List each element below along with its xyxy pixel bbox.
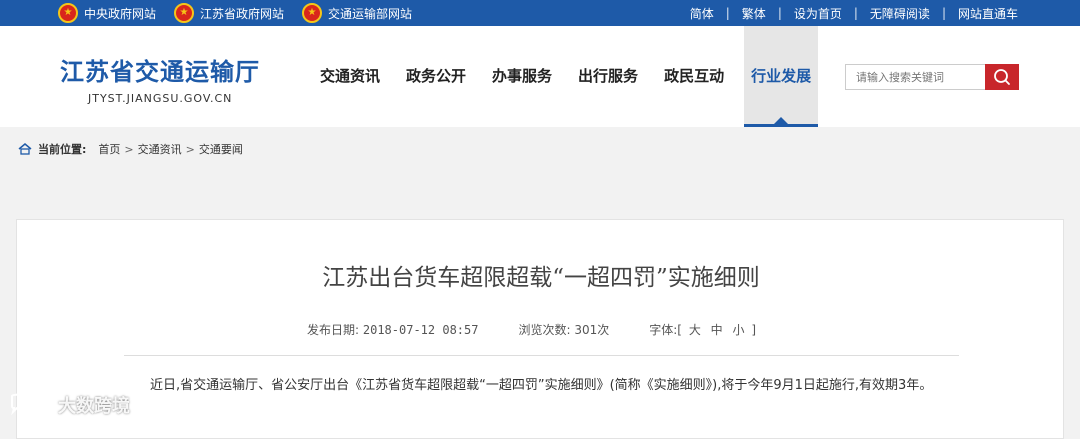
breadcrumb-home[interactable]: 首页 [98, 141, 120, 157]
nav-government-affairs[interactable]: 政务公开 [394, 26, 478, 127]
search-icon [994, 69, 1010, 85]
font-size-medium[interactable]: 中 [711, 323, 723, 337]
separator: | [777, 6, 782, 20]
breadcrumb-separator: > [185, 142, 195, 156]
link-simplified[interactable]: 简体 [690, 5, 714, 22]
link-central-gov-label: 中央政府网站 [84, 6, 157, 21]
breadcrumb-traffic-news[interactable]: 交通资讯 [138, 141, 182, 157]
separator: | [725, 6, 730, 20]
link-central-gov[interactable]: 中央政府网站 [58, 3, 156, 23]
view-count: 301次 [574, 323, 610, 337]
font-size-large[interactable]: 大 [689, 323, 701, 337]
link-site-directory[interactable]: 网站直通车 [958, 5, 1018, 22]
main-nav: 交通资讯 政务公开 办事服务 出行服务 政民互动 行业发展 [308, 26, 820, 127]
separator: | [853, 6, 858, 20]
link-accessible-reading[interactable]: 无障碍阅读 [870, 5, 930, 22]
publish-date: 2018-07-12 08:57 [362, 323, 479, 337]
view-count-group: 浏览次数: 301次 [518, 321, 609, 338]
article-panel: 江苏出台货车超限超载“一超四罚”实施细则 发布日期: 2018-07-12 08… [16, 219, 1064, 439]
article-divider [124, 355, 959, 356]
site-header: 江苏省交通运输厅 JTYST.JIANGSU.GOV.CN 交通资讯 政务公开 … [0, 26, 1080, 127]
publish-date-label: 发布日期: [307, 323, 360, 337]
nav-public-interaction[interactable]: 政民互动 [652, 26, 736, 127]
article-title: 江苏出台货车超限超载“一超四罚”实施细则 [322, 265, 760, 291]
article-meta: 发布日期: 2018-07-12 08:57 浏览次数: 301次 字体:[ 大… [307, 321, 756, 338]
chat-bubbles-icon [11, 393, 53, 416]
view-count-label: 浏览次数: [518, 323, 571, 337]
breadcrumb-separator: > [124, 142, 134, 156]
link-set-homepage[interactable]: 设为首页 [794, 5, 842, 22]
breadcrumb-label: 当前位置: [38, 143, 87, 156]
breadcrumb-traffic-headlines[interactable]: 交通要闻 [199, 141, 243, 157]
link-jiangsu-gov[interactable]: 江苏省政府网站 [174, 3, 284, 23]
link-mot-label: 交通运输部网站 [328, 6, 413, 21]
font-size-label: 字体:[ [649, 323, 682, 337]
top-bar: 中央政府网站 江苏省政府网站 交通运输部网站 简体 | 繁体 | 设为首页 | … [0, 0, 1080, 26]
search-box [845, 64, 1019, 90]
gov-links: 中央政府网站 江苏省政府网站 交通运输部网站 [58, 0, 430, 26]
article-body: 近日,省交通运输厅、省公安厅出台《江苏省货车超限超载“一超四罚”实施细则》(简称… [150, 378, 933, 393]
publish-date-group: 发布日期: 2018-07-12 08:57 [307, 321, 478, 338]
font-size-small[interactable]: 小 [733, 323, 745, 337]
search-input[interactable] [845, 64, 985, 90]
watermark-text: 大数跨境 [58, 396, 130, 417]
separator: | [941, 6, 946, 20]
link-jiangsu-gov-label: 江苏省政府网站 [200, 6, 285, 21]
nav-industry-development[interactable]: 行业发展 [744, 26, 819, 127]
home-icon [18, 143, 32, 155]
site-logo-title[interactable]: 江苏省交通运输厅 [60, 52, 260, 87]
utility-links: 简体 | 繁体 | 设为首页 | 无障碍阅读 | 网站直通车 [690, 0, 1018, 26]
font-size-group: 字体:[ 大 中 小 ] [649, 321, 756, 338]
national-emblem-icon [58, 3, 78, 23]
site-logo-domain: JTYST.JIANGSU.GOV.CN [88, 92, 233, 105]
nav-services[interactable]: 办事服务 [480, 26, 564, 127]
watermark: 大数跨境 [8, 392, 130, 418]
font-size-close: ] [751, 323, 757, 337]
nav-traffic-news[interactable]: 交通资讯 [308, 26, 392, 127]
search-button[interactable] [985, 64, 1019, 90]
link-mot[interactable]: 交通运输部网站 [302, 3, 412, 23]
nav-travel-services[interactable]: 出行服务 [566, 26, 650, 127]
national-emblem-icon [174, 3, 195, 23]
breadcrumb: 当前位置: 首页 > 交通资讯 > 交通要闻 [0, 127, 1080, 171]
link-traditional[interactable]: 繁体 [742, 5, 766, 22]
national-emblem-icon [302, 3, 323, 23]
